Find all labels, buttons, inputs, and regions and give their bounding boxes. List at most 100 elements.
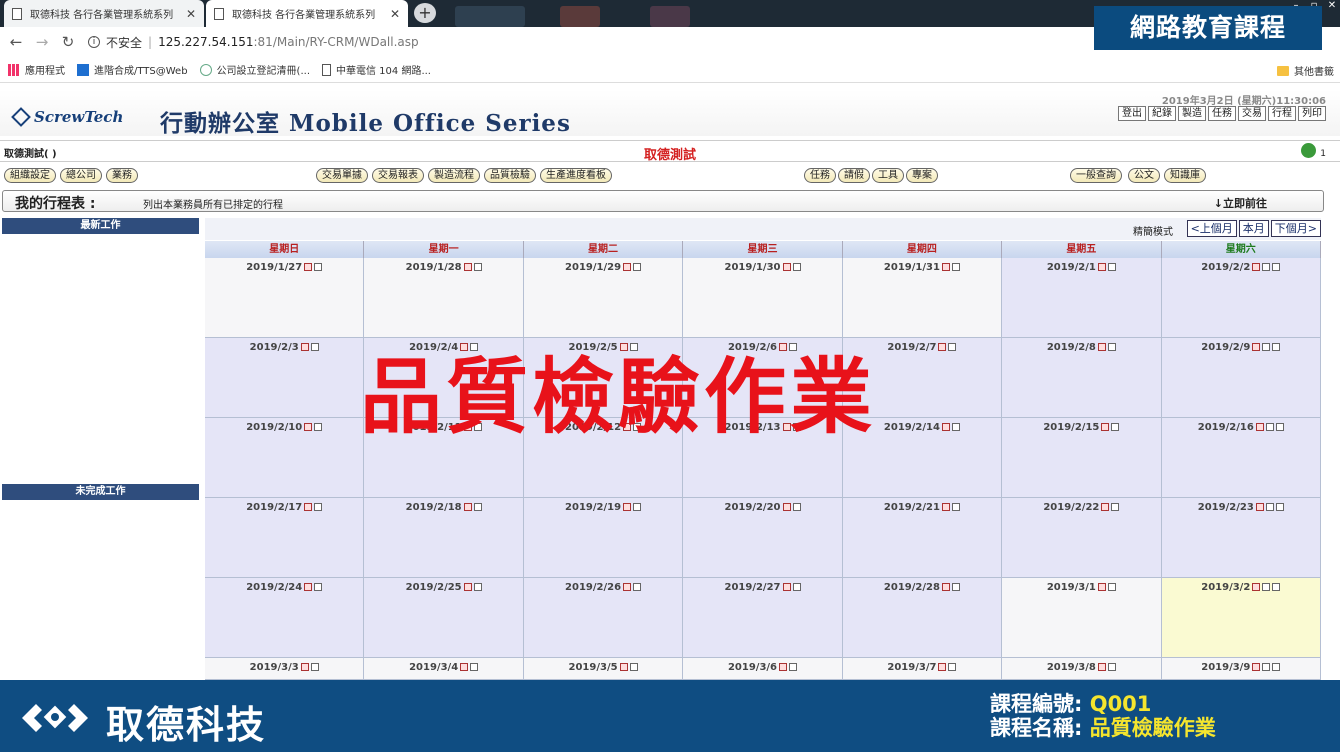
menu-manufacturing[interactable]: 製造 [1178,106,1206,121]
browser-tab-2[interactable]: 取德科技 各行各業管理系統系列 ✕ [206,0,408,27]
add-event-icon[interactable] [460,663,469,671]
info-icon[interactable]: i [88,36,100,48]
prev-month-button[interactable]: <上個月 [1186,220,1237,237]
nav-tools[interactable]: 工具 [872,168,904,183]
nav-general-query[interactable]: 一般查詢 [1070,168,1122,183]
calendar-day-cell[interactable]: 2019/1/31 [842,258,1003,338]
nav-production-board[interactable]: 生產進度看板 [540,168,612,183]
event-list-icon[interactable] [1107,663,1116,671]
calendar-date[interactable]: 2019/1/27 [246,262,302,273]
calendar-day-cell[interactable]: 2019/3/2 [1161,578,1321,658]
event-list-icon[interactable] [314,423,323,431]
add-event-icon[interactable] [1097,583,1106,591]
event-list-icon[interactable] [314,503,323,511]
nav-headquarters[interactable]: 總公司 [60,168,102,183]
new-tab-button[interactable]: + [414,3,436,23]
event-list-icon[interactable] [473,583,482,591]
calendar-day-cell[interactable]: 2019/2/28 [842,578,1003,658]
add-event-icon[interactable] [1097,263,1106,271]
calendar-date[interactable]: 2019/3/2 [1201,582,1250,593]
calendar-day-cell[interactable]: 2019/2/9 [1161,338,1321,418]
add-event-icon[interactable] [941,423,950,431]
url-field[interactable]: i 不安全 | 125.227.54.151:81/Main/RY-CRM/WD… [88,34,419,51]
event-list-icon[interactable] [951,423,960,431]
calendar-day-cell[interactable]: 2019/3/9 [1161,658,1321,680]
calendar-date[interactable]: 2019/1/29 [565,262,621,273]
event-list-icon[interactable] [633,263,642,271]
event-list-icon[interactable] [629,663,638,671]
menu-logout[interactable]: 登出 [1118,106,1146,121]
calendar-day-cell[interactable]: 2019/3/1 [1002,578,1162,658]
add-event-icon[interactable] [619,663,628,671]
event-list-icon[interactable] [1111,503,1120,511]
add-event-icon[interactable] [1255,423,1264,431]
event-list-icon[interactable] [473,503,482,511]
calendar-day-cell[interactable]: 2019/2/22 [1002,498,1162,578]
calendar-date[interactable]: 2019/2/27 [724,582,780,593]
calendar-date[interactable]: 2019/2/7 [887,342,936,353]
add-event-icon[interactable] [1252,583,1261,591]
compact-mode-link[interactable]: 精簡模式 [1133,223,1173,238]
event-list-icon[interactable] [951,583,960,591]
event-list-icon[interactable] [1107,583,1116,591]
other-bookmarks[interactable]: 其他書籤 [1277,63,1334,78]
event-list-icon[interactable] [1265,423,1274,431]
event-list-icon[interactable] [633,503,642,511]
calendar-date[interactable]: 2019/2/2 [1201,262,1250,273]
event-list-icon[interactable] [948,343,957,351]
calendar-day-cell[interactable]: 2019/2/15 [1002,418,1162,498]
nav-manufacturing-flow[interactable]: 製造流程 [428,168,480,183]
nav-sales[interactable]: 業務 [106,168,138,183]
calendar-day-cell[interactable]: 2019/2/2 [1161,258,1321,338]
calendar-day-cell[interactable]: 2019/2/20 [683,498,843,578]
bookmark-apps[interactable]: 應用程式 [8,62,65,77]
nav-projects[interactable]: 專案 [906,168,938,183]
add-event-icon[interactable] [463,503,472,511]
add-event-icon[interactable] [782,583,791,591]
event-list-icon[interactable] [1272,663,1281,671]
add-event-icon[interactable] [463,263,472,271]
add-event-icon[interactable] [300,343,309,351]
calendar-date[interactable]: 2019/3/8 [1047,662,1096,673]
menu-tasks[interactable]: 任務 [1208,106,1236,121]
calendar-day-cell[interactable]: 2019/1/28 [364,258,524,338]
add-event-icon[interactable] [938,343,947,351]
event-list-icon[interactable] [310,343,319,351]
calendar-date[interactable]: 2019/2/26 [565,582,621,593]
add-event-icon[interactable] [1101,423,1110,431]
calendar-day-cell[interactable]: 2019/3/7 [842,658,1003,680]
nav-quality-inspection[interactable]: 品質檢驗 [484,168,536,183]
calendar-date[interactable]: 2019/2/1 [1047,262,1096,273]
calendar-date[interactable]: 2019/3/3 [250,662,299,673]
nav-knowledge-base[interactable]: 知識庫 [1164,168,1206,183]
calendar-date[interactable]: 2019/2/15 [1043,422,1099,433]
event-list-icon[interactable] [1272,343,1281,351]
reload-icon[interactable]: ↻ [58,33,78,51]
nav-trade-reports[interactable]: 交易報表 [372,168,424,183]
calendar-day-cell[interactable]: 2019/2/25 [364,578,524,658]
calendar-date[interactable]: 2019/3/6 [728,662,777,673]
add-event-icon[interactable] [1097,663,1106,671]
event-list-icon[interactable] [1107,263,1116,271]
calendar-day-cell[interactable]: 2019/1/30 [683,258,843,338]
calendar-day-cell[interactable]: 2019/3/5 [523,658,684,680]
event-list-icon[interactable] [1111,423,1120,431]
calendar-date[interactable]: 2019/1/31 [884,262,940,273]
close-icon[interactable]: ✕ [390,7,400,21]
calendar-day-cell[interactable]: 2019/2/26 [523,578,684,658]
calendar-day-cell[interactable]: 2019/3/8 [1002,658,1162,680]
event-list-icon[interactable] [473,263,482,271]
event-list-icon[interactable] [1262,663,1271,671]
event-list-icon[interactable] [310,663,319,671]
add-event-icon[interactable] [779,663,788,671]
add-event-icon[interactable] [623,263,632,271]
calendar-date[interactable]: 2019/2/24 [246,582,302,593]
event-list-icon[interactable] [951,503,960,511]
forward-icon[interactable]: → [32,33,52,51]
calendar-day-cell[interactable]: 2019/1/27 [205,258,365,338]
event-list-icon[interactable] [1107,343,1116,351]
calendar-date[interactable]: 2019/2/16 [1198,422,1254,433]
browser-tab-1[interactable]: 取德科技 各行各業管理系統系列 ✕ [4,0,204,27]
add-event-icon[interactable] [782,503,791,511]
add-event-icon[interactable] [623,583,632,591]
